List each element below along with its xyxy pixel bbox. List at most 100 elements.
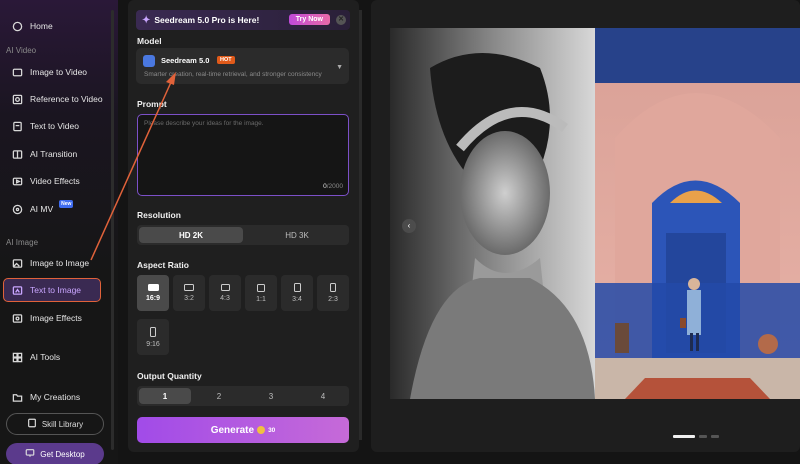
panel-scrollbar[interactable] [359,10,362,440]
sidebar-item-image-to-video[interactable]: Image to Video [4,60,108,84]
carousel-indicator [673,435,719,438]
ratio-option-9-16[interactable]: 9:16 [137,319,169,355]
image-effects-icon [10,311,24,325]
ratio-shape-icon [184,284,194,291]
sidebar-item-my-creations[interactable]: My Creations [4,385,108,409]
aspect-ratio-label: Aspect Ratio [137,260,189,270]
ratio-shape-icon [147,284,159,291]
sidebar-item-label: AI MV [30,204,54,214]
ratio-shape-icon [293,283,301,292]
skill-library-label: Skill Library [41,419,84,429]
sidebar-item-text-to-video[interactable]: Text to Video [4,114,108,138]
sidebar-item-image-effects[interactable]: Image Effects [4,306,108,330]
model-selector[interactable]: Seedream 5.0 HOT Smarter creation, real-… [136,48,349,84]
preview-image [390,28,800,399]
sidebar-item-label: AI Tools [30,352,61,362]
ratio-option-1-1[interactable]: 1:1 [245,275,277,311]
sidebar-item-ai-mv[interactable]: AI MV New [4,197,108,221]
sidebar-item-label: Reference to Video [30,94,103,104]
sidebar-item-label: Image to Image [30,258,90,268]
ratio-shape-icon [150,326,156,337]
resolution-selector: HD 2K HD 3K [137,225,349,245]
resolution-option-3k[interactable]: HD 3K [245,225,349,245]
output-quantity-label: Output Quantity [137,371,202,381]
monitor-icon [25,448,35,460]
model-description: Smarter creation, real-time retrieval, a… [144,71,322,78]
resolution-option-2k[interactable]: HD 2K [139,227,243,243]
ratio-label: 3:2 [184,295,194,302]
sidebar-item-reference-to-video[interactable]: Reference to Video [4,87,108,111]
quantity-option-2[interactable]: 2 [193,386,245,406]
character-count: 0/2000 [323,183,343,190]
sidebar-item-label: Image Effects [30,313,82,323]
ratio-option-3-4[interactable]: 3:4 [281,275,313,311]
resolution-label: Resolution [137,210,181,220]
generation-panel: ✦ Seedream 5.0 Pro is Here! Try Now ✕ Mo… [128,0,359,452]
generate-cost: 30 [268,426,276,434]
sidebar-section-video: AI Video [6,46,37,55]
previous-arrow-icon[interactable]: ‹ [402,219,416,233]
carousel-dot[interactable] [711,435,719,438]
text-icon [10,119,24,133]
prompt-input[interactable]: Please describe your ideas for the image… [137,114,349,196]
app-root: Home AI Video Image to Video Reference t… [0,0,800,464]
sparkle-icon: ✦ [142,14,151,26]
transition-icon [10,147,24,161]
sidebar-item-text-to-image[interactable]: Text to Image [3,278,101,302]
promo-banner[interactable]: ✦ Seedream 5.0 Pro is Here! Try Now ✕ [136,10,350,30]
folder-icon [10,390,24,404]
ratio-shape-icon [220,284,230,291]
ratio-shape-icon [330,283,336,292]
music-video-icon [10,202,24,216]
ratio-label: 9:16 [146,340,160,348]
sidebar-item-home[interactable]: Home [4,14,108,38]
banner-text: Seedream 5.0 Pro is Here! [154,15,260,25]
hot-badge: HOT [217,56,235,64]
try-now-button[interactable]: Try Now [288,14,330,25]
ratio-label: 2:3 [328,296,338,303]
ratio-option-4-3[interactable]: 4:3 [209,275,241,311]
model-logo-icon [143,55,155,67]
coin-icon [257,426,266,434]
quantity-option-1[interactable]: 1 [139,388,191,404]
sidebar-item-label: My Creations [30,392,81,402]
chevron-down-icon: ▼ [336,64,343,71]
ratio-option-16-9[interactable]: 16:9 [137,275,169,311]
sidebar-item-label: Video Effects [30,176,80,186]
sidebar-scrollbar[interactable] [111,10,114,450]
reference-icon [10,92,24,106]
quantity-option-4[interactable]: 4 [297,386,349,406]
close-icon[interactable]: ✕ [336,15,346,25]
sidebar-section-image: AI Image [6,238,39,247]
image-icon [10,256,24,270]
ratio-option-2-3[interactable]: 2:3 [317,275,349,311]
sidebar-item-image-to-image[interactable]: Image to Image [4,251,108,275]
effects-icon [10,174,24,188]
sample-images [390,28,800,399]
quantity-option-3[interactable]: 3 [245,386,297,406]
quantity-selector: 1 2 3 4 [137,386,349,406]
sidebar-item-video-effects[interactable]: Video Effects [4,169,108,193]
skill-library-button[interactable]: Skill Library [6,413,104,435]
sparkle-icon [10,283,24,297]
new-badge: New [59,200,74,208]
home-icon [10,19,24,33]
ratio-label: 4:3 [220,295,230,302]
grid-icon [10,350,24,364]
sidebar-item-label: AI Transition [30,149,78,159]
carousel-dot[interactable] [699,435,707,438]
sidebar-item-label: Image to Video [30,67,88,77]
sidebar-item-label: Text to Image [30,285,82,295]
image-video-icon [10,65,24,79]
ratio-option-3-2[interactable]: 3:2 [173,275,205,311]
generate-button[interactable]: Generate 30 [137,417,349,443]
get-desktop-button[interactable]: Get Desktop [6,443,104,464]
sidebar: Home AI Video Image to Video Reference t… [0,0,118,464]
generate-label: Generate [210,424,255,436]
ratio-label: 1:1 [256,295,266,303]
ratio-label: 3:4 [292,296,302,303]
sidebar-item-ai-transition[interactable]: AI Transition [4,142,108,166]
ratio-shape-icon [257,283,265,292]
sidebar-item-ai-tools[interactable]: AI Tools [4,345,108,369]
carousel-dot[interactable] [673,435,695,438]
